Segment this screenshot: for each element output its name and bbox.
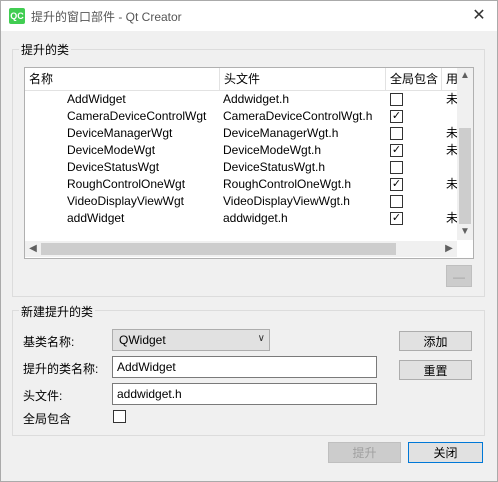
base-class-value: QWidget [119, 333, 166, 347]
class-name-cell: VideoDisplayViewWgt [67, 194, 184, 208]
header-file-cell: Addwidget.h [223, 92, 290, 106]
global-include-checkbox-cell[interactable] [390, 93, 403, 106]
table-row[interactable]: DeviceManagerWgt DeviceManagerWgt.h 未 [25, 125, 458, 142]
window-title: 提升的窗口部件 - Qt Creator [31, 10, 182, 24]
table-row[interactable]: RoughControlOneWgt RoughControlOneWgt.h ✓ 未 [25, 176, 458, 193]
header-file-input[interactable] [112, 383, 377, 405]
global-include-checkbox-cell[interactable] [390, 127, 403, 140]
promote-button[interactable]: 提升 [328, 442, 401, 463]
class-name-label: 提升的类名称: [23, 362, 99, 376]
scroll-right-icon[interactable]: ▶ [441, 241, 457, 257]
scroll-up-icon[interactable]: ▲ [457, 68, 473, 84]
global-include-checkbox-cell[interactable]: ✓ [390, 212, 403, 225]
title-bar[interactable]: QC 提升的窗口部件 - Qt Creator ✕ [1, 1, 497, 31]
promoted-widgets-dialog: QC 提升的窗口部件 - Qt Creator ✕ 提升的类 名称 头文件 全局… [0, 0, 498, 482]
global-include-label: 全局包含 [23, 412, 72, 426]
chevron-down-icon: ∨ [257, 333, 265, 344]
class-name-cell: CameraDeviceControlWgt [67, 109, 207, 123]
class-name-cell: DeviceManagerWgt [67, 126, 173, 140]
table-row[interactable]: DeviceStatusWgt DeviceStatusWgt.h [25, 159, 457, 176]
table-row[interactable]: VideoDisplayViewWgt VideoDisplayViewWgt.h [25, 193, 457, 210]
global-include-checkbox-cell[interactable]: ✓ [390, 144, 403, 157]
global-include-checkbox-cell[interactable] [390, 161, 403, 174]
header-file-cell: DeviceManagerWgt.h [223, 126, 339, 140]
base-class-select[interactable]: QWidget ∨ [112, 329, 270, 351]
horizontal-scrollbar[interactable]: ◀ ▶ [25, 241, 457, 257]
remove-promoted-class-button[interactable]: — [446, 265, 472, 287]
class-name-cell: RoughControlOneWgt [67, 177, 186, 191]
vertical-scrollbar[interactable]: ▲ ▼ [457, 68, 473, 240]
close-icon[interactable]: ✕ [469, 6, 489, 26]
reset-button[interactable]: 重置 [399, 360, 472, 380]
new-promoted-class-title: 新建提升的类 [19, 303, 96, 320]
header-file-label: 头文件: [23, 389, 63, 403]
close-button[interactable]: 关闭 [408, 442, 483, 463]
header-file-cell: DeviceStatusWgt.h [223, 160, 326, 174]
scroll-left-icon[interactable]: ◀ [25, 241, 41, 257]
horizontal-scroll-thumb[interactable] [41, 243, 396, 255]
header-file-cell: addwidget.h [223, 211, 288, 225]
class-name-cell: AddWidget [67, 92, 126, 106]
table-row[interactable]: DeviceModeWgt DeviceModeWgt.h ✓ 未 [25, 142, 458, 159]
scroll-down-icon[interactable]: ▼ [457, 224, 473, 240]
class-name-cell: DeviceModeWgt [67, 143, 156, 157]
global-include-checkbox-cell[interactable]: ✓ [390, 178, 403, 191]
global-include-checkbox-cell[interactable]: ✓ [390, 110, 403, 123]
table-row[interactable]: AddWidget Addwidget.h 未 [25, 91, 458, 108]
base-class-label: 基类名称: [23, 335, 75, 349]
global-include-checkbox-cell[interactable] [390, 195, 403, 208]
header-file-cell: DeviceModeWgt.h [223, 143, 322, 157]
promoted-classes-title: 提升的类 [19, 41, 72, 58]
column-header-global-include[interactable]: 全局包含 [386, 68, 442, 90]
vertical-scroll-thumb[interactable] [459, 128, 471, 224]
class-name-cell: DeviceStatusWgt [67, 160, 160, 174]
qt-creator-icon: QC [9, 8, 25, 24]
check-icon: ✓ [391, 212, 402, 224]
add-button[interactable]: 添加 [399, 331, 472, 351]
check-icon: ✓ [391, 110, 402, 122]
class-name-cell: addWidget [67, 211, 125, 225]
header-file-cell: CameraDeviceControlWgt.h [223, 109, 373, 123]
table-row[interactable]: addWidget addwidget.h ✓ 未 [25, 210, 458, 227]
table-row[interactable]: CameraDeviceControlWgt CameraDeviceContro… [25, 108, 457, 125]
header-file-cell: VideoDisplayViewWgt.h [223, 194, 350, 208]
class-name-input[interactable] [112, 356, 377, 378]
global-include-checkbox[interactable] [113, 410, 126, 423]
promoted-classes-table[interactable]: 名称 头文件 全局包含 用 AddWidget Addwidget.h 未 Camer… [24, 67, 474, 259]
table-header: 名称 头文件 全局包含 用 [25, 68, 458, 91]
column-header-name[interactable]: 名称 [25, 68, 220, 90]
column-header-header-file[interactable]: 头文件 [220, 68, 386, 90]
header-file-cell: RoughControlOneWgt.h [223, 177, 352, 191]
check-icon: ✓ [391, 178, 402, 190]
check-icon: ✓ [391, 144, 402, 156]
